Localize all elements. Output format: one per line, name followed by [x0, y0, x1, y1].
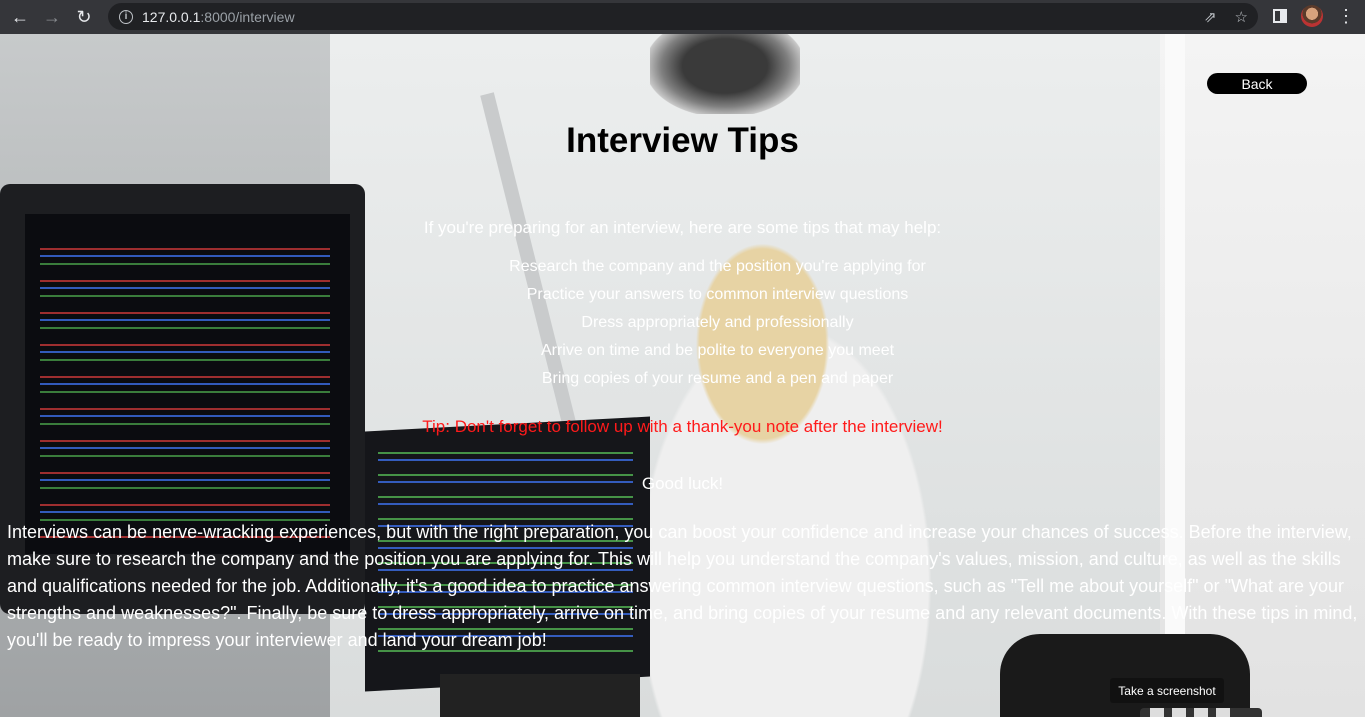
page-title: Interview Tips [566, 121, 799, 160]
intro-text: If you're preparing for an interview, he… [423, 218, 942, 237]
window-icon[interactable] [1194, 708, 1208, 717]
advice-paragraph: Interviews can be nerve-wracking experie… [7, 522, 1358, 650]
tip-item: Research the company and the position yo… [509, 258, 926, 275]
tips-list: Research the company and the position yo… [350, 257, 1085, 397]
background-lamp-head [650, 34, 800, 114]
video-icon[interactable] [1172, 708, 1186, 717]
tip-item: Bring copies of your resume and a pen an… [541, 370, 894, 387]
share-icon[interactable]: ⇗ [1204, 8, 1217, 26]
camera-icon[interactable] [1150, 708, 1164, 717]
url-path: :8000/interview [200, 8, 295, 25]
background-keyboard [440, 674, 640, 717]
good-luck-text: Good luck! [641, 474, 724, 493]
back-arrow-icon[interactable]: ← [8, 5, 32, 29]
background-code-lines [40, 239, 330, 539]
screenshot-tooltip: Take a screenshot [1110, 678, 1224, 703]
back-button[interactable]: Back [1207, 73, 1307, 94]
address-bar[interactable]: i 127.0.0.1:8000/interview ⇗ ☆ [108, 3, 1258, 30]
screenshot-toolbar [1140, 708, 1262, 717]
menu-kebab-icon[interactable]: ⋮ [1337, 7, 1355, 25]
url-text: 127.0.0.1:8000/interview [142, 9, 295, 25]
profile-avatar[interactable] [1301, 5, 1323, 27]
site-info-icon[interactable]: i [119, 9, 133, 24]
tip-item: Dress appropriately and professionally [581, 314, 854, 331]
browser-toolbar: ← → ↻ i 127.0.0.1:8000/interview ⇗ ☆ ⋮ [0, 0, 1365, 34]
url-host: 127.0.0.1 [142, 8, 201, 25]
forward-arrow-icon[interactable]: → [40, 5, 64, 29]
settings-gear-icon[interactable] [1216, 708, 1230, 717]
reload-icon[interactable]: ↻ [72, 5, 96, 29]
bookmark-star-icon[interactable]: ☆ [1235, 8, 1248, 26]
page-content: Back Interview Tips If you're preparing … [0, 34, 1365, 717]
tip-item: Practice your answers to common intervie… [526, 286, 909, 303]
tip-item: Arrive on time and be polite to everyone… [540, 342, 895, 359]
follow-up-tip: Tip: Don't forget to follow up with a th… [422, 417, 943, 436]
side-panel-icon[interactable] [1273, 9, 1287, 23]
